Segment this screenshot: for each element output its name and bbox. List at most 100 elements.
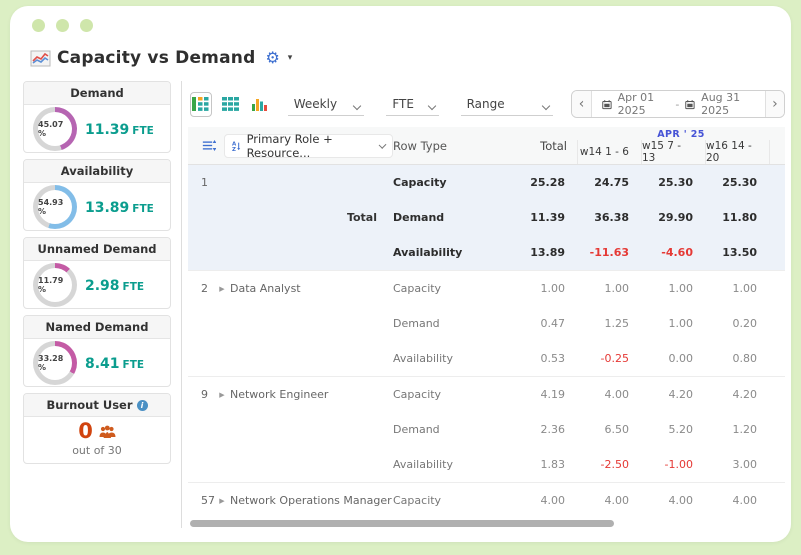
grid-view-icon <box>221 97 239 111</box>
metric-week-value: 29.90 <box>658 211 693 224</box>
metric-total-value: 0.47 <box>540 317 566 330</box>
metric-card: Unnamed Demand 11.79 % 2.98 FTE <box>23 237 171 309</box>
metric-total-value: 4.00 <box>540 494 566 507</box>
date-range-separator: - <box>675 97 680 111</box>
burnout-card-header: Burnout User i <box>24 394 170 417</box>
metric-card: Named Demand 33.28 % 8.41 FTE <box>23 315 171 387</box>
calendar-icon <box>685 99 695 109</box>
range-select[interactable]: Range <box>460 92 554 116</box>
burnout-card-body: 0 out of 30 <box>24 417 170 463</box>
expand-arrow-icon[interactable]: ▶ <box>214 271 230 306</box>
window-dot[interactable] <box>56 19 69 32</box>
metric-total-value: 25.28 <box>530 176 565 189</box>
metric-week-value: 4.20 <box>668 388 694 401</box>
metric-type-label: Availability <box>393 246 463 259</box>
settings-gear-icon[interactable]: ⚙ <box>265 50 279 66</box>
window-controls <box>10 6 791 32</box>
page-header: Capacity vs Demand ⚙ ▾ <box>30 48 791 68</box>
row-number: 9 <box>201 388 208 401</box>
column-header-week[interactable]: w15 7 - 13 <box>641 140 705 164</box>
metric-week-value: -4.60 <box>661 246 693 259</box>
date-range-values[interactable]: Apr 01 2025 - Aug 31 2025 <box>592 91 765 117</box>
period-select[interactable]: Weekly <box>287 92 365 116</box>
table-body: 1 Total Capacity 25.28 24.75 25.30 25.30 Demand… <box>188 165 785 517</box>
donut-percent-label: 54.93 % <box>38 189 72 224</box>
prev-period-button[interactable]: ‹ <box>572 91 592 117</box>
burnout-card: Burnout User i 0 out of 30 <box>23 393 171 465</box>
metric-total-value: 0.53 <box>540 352 566 365</box>
multi-sort-icon[interactable] <box>202 138 217 153</box>
expand-arrow-icon[interactable]: ▶ <box>214 377 230 412</box>
row-number: 1 <box>201 176 208 189</box>
metric-value: 8.41 FTE <box>85 353 144 372</box>
table-toolbar: Weekly FTE Range ‹ Apr 01 2025 - Aug 31 … <box>190 89 785 119</box>
app-window: Capacity vs Demand ⚙ ▾ Demand 45.07 % 11.3… <box>10 6 791 542</box>
metric-fte-value: 11.39 <box>85 122 130 138</box>
burnout-caption: out of 30 <box>72 444 122 458</box>
burnout-count: 0 <box>78 419 93 443</box>
table-row-group[interactable]: 9 ▶ Network Engineer Capacity 4.19 4.00 4.20 4.… <box>188 377 785 483</box>
window-dot[interactable] <box>32 19 45 32</box>
period-select-value: Weekly <box>293 97 338 111</box>
row-number: 57 <box>201 494 215 507</box>
metric-week-value: 11.80 <box>722 211 757 224</box>
donut-percent-label: 45.07 % <box>38 111 72 146</box>
scrollbar-thumb[interactable] <box>190 520 614 527</box>
group-by-dropdown[interactable]: A Z Primary Role + Resource... <box>224 132 393 160</box>
table-row-group[interactable]: 2 ▶ Data Analyst Capacity 1.00 1.00 1.00 1.00 De… <box>188 271 785 377</box>
page-title: Capacity vs Demand <box>57 48 256 68</box>
column-header-week[interactable]: w <box>769 140 785 164</box>
metric-card-title: Unnamed Demand <box>24 238 170 261</box>
metric-fte-value: 2.98 <box>85 278 120 294</box>
unit-select[interactable]: FTE <box>386 92 439 116</box>
next-period-button[interactable]: › <box>764 91 785 117</box>
donut-chart: 33.28 % <box>33 340 77 385</box>
metric-week-value: -11.63 <box>589 246 629 259</box>
metric-card-body: 54.93 % 13.89 FTE <box>24 183 170 230</box>
column-header-week[interactable]: w14 1 - 6 <box>577 140 641 164</box>
donut-percent-label: 11.79 % <box>38 267 72 302</box>
metric-card-title: Demand <box>24 82 170 105</box>
row-name: Network Operations Manager <box>230 494 392 507</box>
sidebar: Demand 45.07 % 11.39 FTE Availability 54.93 %… <box>23 81 171 528</box>
metric-week-value: 1.20 <box>732 423 758 436</box>
metric-week-value: 1.00 <box>668 317 694 330</box>
people-icon <box>99 425 116 438</box>
metric-total-value: 2.36 <box>540 423 566 436</box>
table-row-group[interactable]: 57 ▶ Network Operations Manager Capacity 4.0… <box>188 483 785 517</box>
metric-week-value: 1.00 <box>604 282 630 295</box>
row-name: Data Analyst <box>230 282 301 295</box>
metric-week-value: 1.00 <box>668 282 694 295</box>
metric-week-value: -1.00 <box>664 458 693 471</box>
metric-fte-unit: FTE <box>122 359 145 371</box>
donut-chart: 11.79 % <box>33 262 77 307</box>
metric-type-label: Availability <box>393 352 453 365</box>
metric-fte-value: 8.41 <box>85 356 120 372</box>
metric-week-value: 4.00 <box>668 494 694 507</box>
metric-week-value: 25.30 <box>658 176 693 189</box>
metric-type-label: Demand <box>393 211 445 224</box>
metric-type-label: Demand <box>393 317 440 330</box>
metric-week-value: 4.00 <box>732 494 758 507</box>
metric-card: Demand 45.07 % 11.39 FTE <box>23 81 171 153</box>
metric-total-value: 13.89 <box>530 246 565 259</box>
metric-fte-unit: FTE <box>132 125 154 137</box>
sidebar-metric-cards: Demand 45.07 % 11.39 FTE Availability 54.93 %… <box>23 81 171 387</box>
chevron-down-icon[interactable]: ▾ <box>288 53 293 63</box>
column-header-week[interactable]: w16 14 - 20 <box>705 140 769 164</box>
metric-value: 13.89 FTE <box>85 197 154 216</box>
metric-week-value: -0.25 <box>600 352 629 365</box>
info-icon[interactable]: i <box>136 399 148 411</box>
metric-week-value: 24.75 <box>594 176 629 189</box>
window-dot[interactable] <box>80 19 93 32</box>
metric-week-value: 1.25 <box>604 317 630 330</box>
view-toggle-grid[interactable] <box>220 92 241 117</box>
view-toggle-split-table[interactable] <box>190 91 212 117</box>
svg-text:Z: Z <box>232 147 236 152</box>
table-row-group[interactable]: 1 Total Capacity 25.28 24.75 25.30 25.30 Demand… <box>188 165 785 271</box>
metric-week-value: 5.20 <box>668 423 694 436</box>
metric-fte-value: 13.89 <box>85 200 130 216</box>
view-toggle-chart[interactable] <box>249 92 270 117</box>
metric-card-body: 45.07 % 11.39 FTE <box>24 105 170 152</box>
expand-arrow-icon[interactable]: ▶ <box>214 483 230 517</box>
